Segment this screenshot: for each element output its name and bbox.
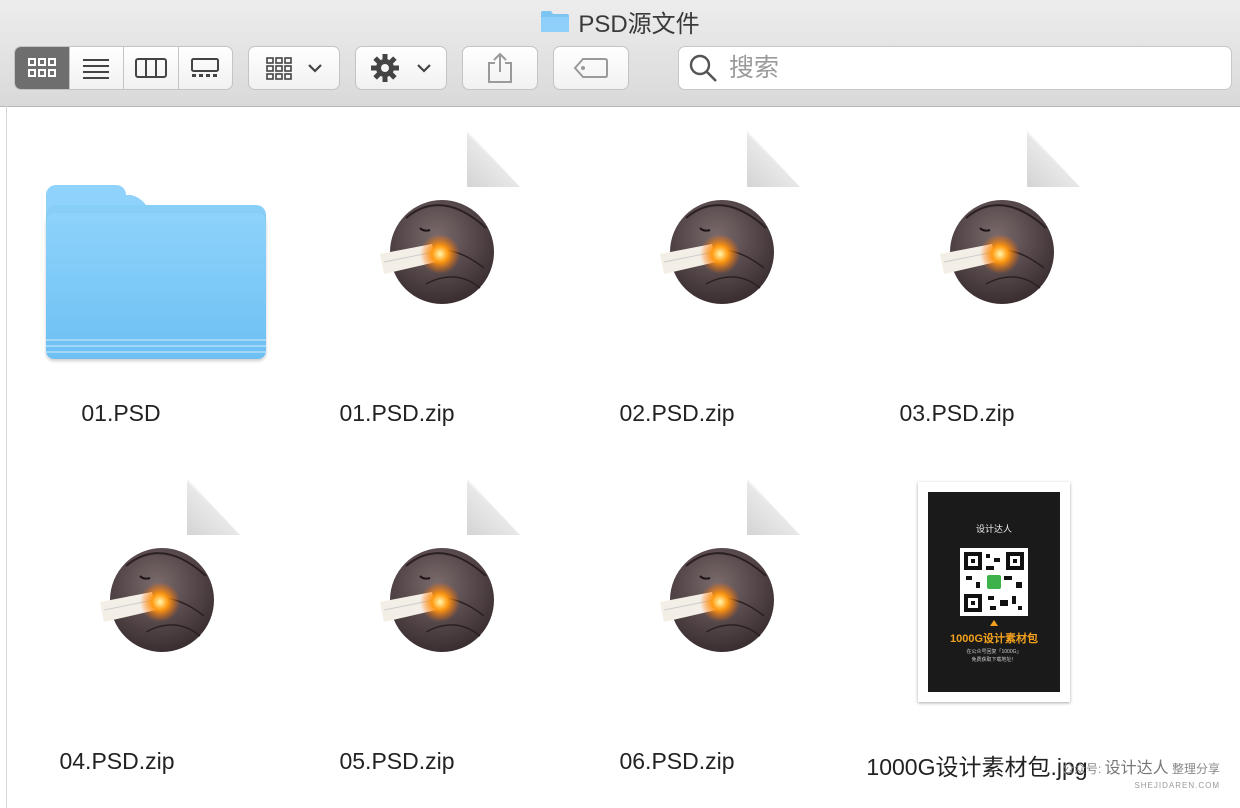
tag-icon — [573, 58, 608, 78]
archiver-pillbug-icon — [380, 548, 494, 652]
list-view-button[interactable] — [70, 47, 124, 89]
archiver-pillbug-icon — [380, 200, 494, 304]
archive-document-icon — [2, 478, 240, 730]
file-item-folder[interactable]: 01.PSD — [6, 132, 266, 452]
file-name: 03.PSD.zip — [899, 400, 1015, 426]
qr-code — [960, 548, 1028, 616]
grid-icon — [27, 58, 56, 77]
arrow-up-icon — [990, 620, 998, 626]
file-item-archive[interactable]: 03.PSD.zip — [842, 130, 1080, 452]
thumbnail-line: 在公众号回复「1000G」 — [966, 649, 1022, 655]
watermark-prefix: 公众号: — [1061, 762, 1102, 776]
group-by-button[interactable] — [248, 46, 340, 90]
search-icon — [689, 54, 717, 82]
share-icon — [488, 52, 512, 83]
action-menu-button[interactable] — [355, 46, 447, 90]
watermark-suffix: 整理分享 — [1171, 762, 1220, 776]
archiver-pillbug-icon — [660, 548, 774, 652]
watermark-url: SHEJIDAREN.COM — [1134, 781, 1220, 790]
watermark-brand: 设计达人 — [1104, 760, 1169, 777]
icon-view-button[interactable] — [15, 47, 70, 89]
file-item-archive[interactable]: 01.PSD.zip — [282, 130, 520, 452]
gear-icon — [371, 54, 431, 82]
columns-icon — [134, 58, 167, 78]
thumbnail-headline: 1000G设计素材包 — [949, 633, 1039, 645]
folder-icon — [540, 9, 570, 33]
file-name: 02.PSD.zip — [619, 400, 735, 426]
tag-button[interactable] — [553, 46, 629, 90]
thumbnail-logo-text: 设计达人 — [975, 524, 1012, 534]
finder-toolbar: PSD源文件 — [0, 0, 1240, 107]
archive-document-icon — [282, 130, 520, 382]
archive-document-icon — [562, 130, 800, 382]
file-item-archive[interactable]: 02.PSD.zip — [562, 130, 800, 452]
group-grid-icon — [266, 57, 322, 80]
gallery-view-button[interactable] — [179, 47, 233, 89]
watermark: 公众号: 设计达人 整理分享 — [1062, 754, 1220, 778]
file-name: 01.PSD.zip — [339, 400, 455, 426]
list-icon — [83, 59, 110, 79]
folder-icon — [6, 132, 266, 382]
archive-document-icon — [842, 130, 1080, 382]
file-name: 04.PSD.zip — [59, 748, 175, 774]
chevron-down-icon — [308, 64, 322, 73]
file-item-archive[interactable]: 06.PSD.zip — [562, 478, 800, 800]
file-name: 06.PSD.zip — [619, 748, 735, 774]
file-name: 01.PSD — [81, 400, 161, 426]
image-thumbnail: 设计达人 1000G设计素材包 在公众号回复「1000G」 免费获取下载地址！ — [862, 480, 1092, 730]
column-view-button[interactable] — [124, 47, 179, 89]
window-title: PSD源文件 — [578, 10, 700, 38]
file-item-image[interactable]: 设计达人 1000G设计素材包 在公众号回复「1000G」 免费获取下载地址！ … — [862, 480, 1092, 800]
archiver-pillbug-icon — [660, 200, 774, 304]
archiver-pillbug-icon — [940, 200, 1054, 304]
search-input[interactable] — [727, 52, 1211, 84]
file-item-archive[interactable]: 04.PSD.zip — [2, 478, 240, 800]
file-item-archive[interactable]: 05.PSD.zip — [282, 478, 520, 800]
thumbnail-line: 免费获取下载地址！ — [971, 657, 1017, 663]
search-field[interactable] — [678, 46, 1232, 90]
share-button[interactable] — [462, 46, 538, 90]
file-name: 05.PSD.zip — [339, 748, 455, 774]
window-title-bar: PSD源文件 — [0, 4, 1240, 38]
archive-document-icon — [562, 478, 800, 730]
archiver-pillbug-icon — [100, 548, 214, 652]
archive-document-icon — [282, 478, 520, 730]
view-mode-segmented-control — [14, 46, 233, 90]
gallery-icon — [191, 58, 220, 77]
